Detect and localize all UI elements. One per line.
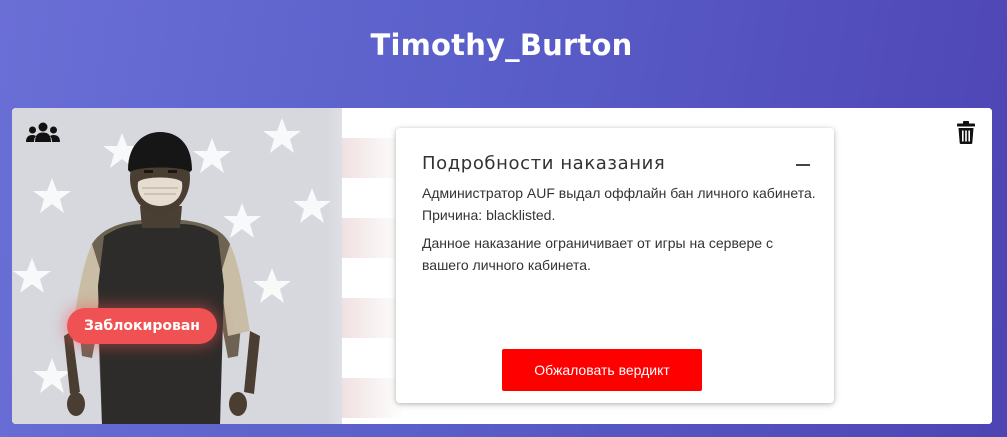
panel-title: Подробности наказания xyxy=(422,153,666,174)
minus-icon[interactable] xyxy=(796,164,810,166)
player-card: Заблокирован Подробности наказания Админ… xyxy=(12,108,992,424)
punishment-description: Администратор AUF выдал оффлайн бан личн… xyxy=(422,185,816,223)
status-badge: Заблокирован xyxy=(67,308,217,344)
punishment-restriction-note: Данное наказание ограничивает от игры на… xyxy=(422,235,773,273)
character-avatar xyxy=(64,132,260,424)
punishment-details-panel: Подробности наказания Администратор AUF … xyxy=(396,128,834,403)
page-title: Timothy_Burton xyxy=(370,28,633,62)
trash-icon[interactable] xyxy=(957,121,975,144)
appeal-button[interactable]: Обжаловать вердикт xyxy=(502,349,702,391)
